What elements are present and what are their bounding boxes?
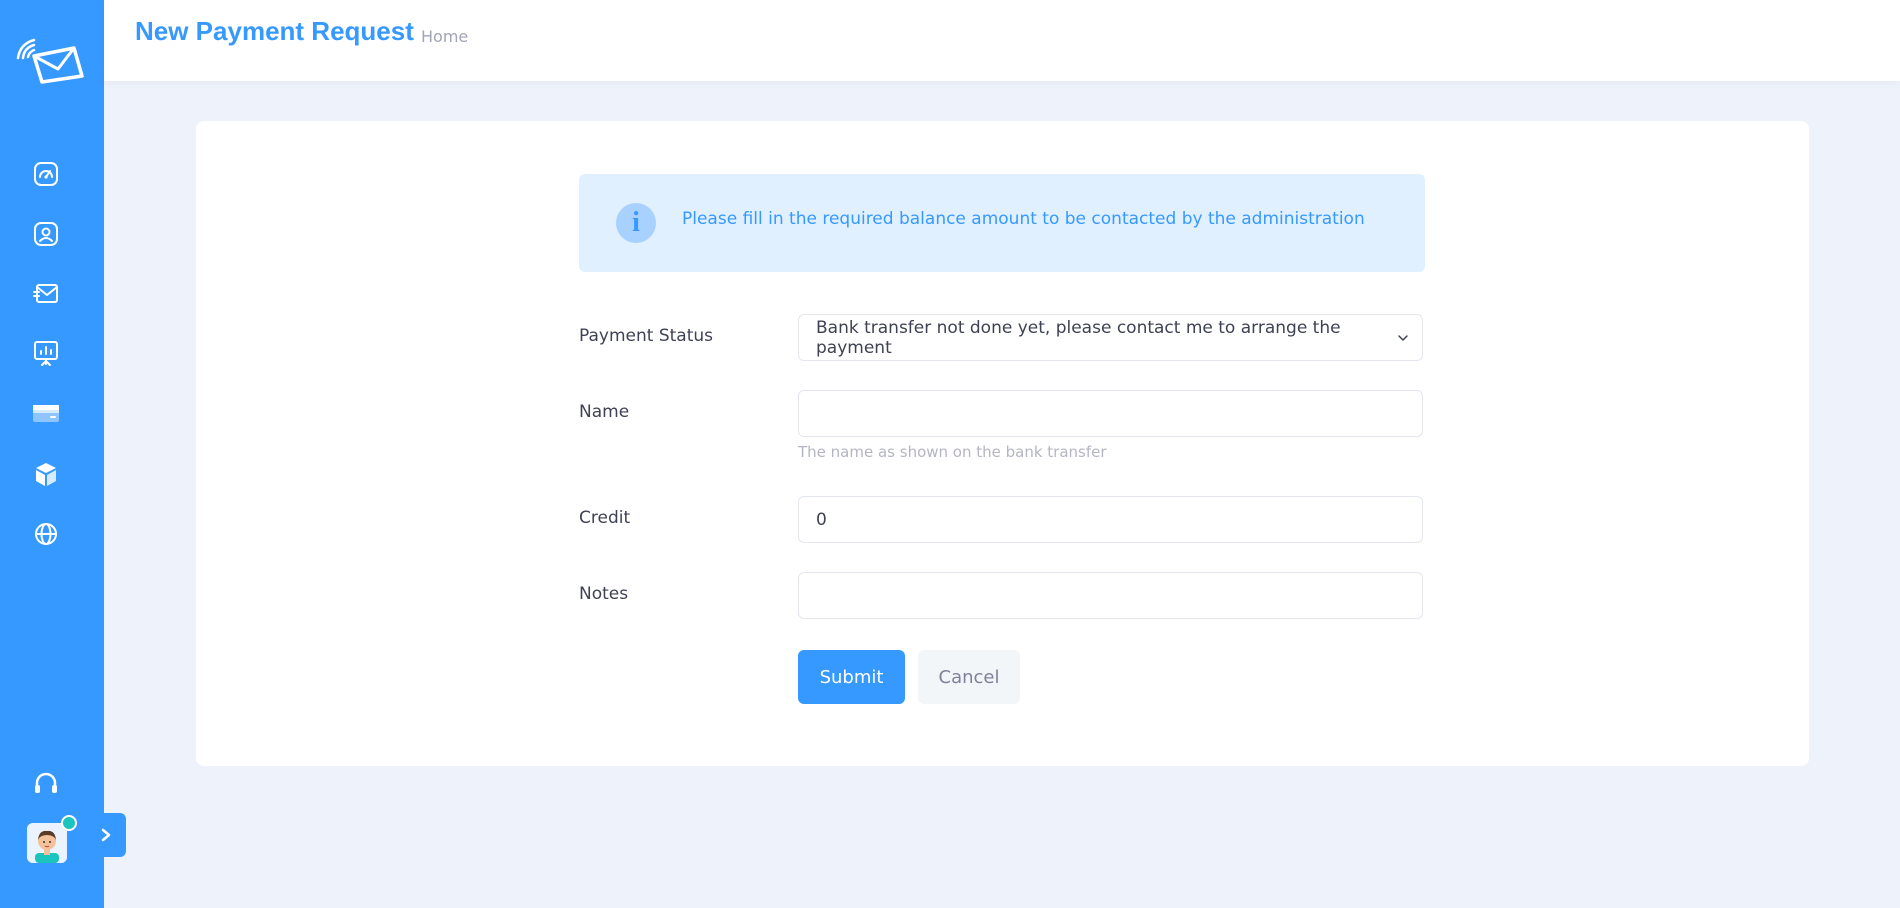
notes-label: Notes <box>579 584 629 604</box>
package-box-icon <box>36 463 56 486</box>
submit-button[interactable]: Submit <box>798 650 905 704</box>
support-button[interactable] <box>22 759 70 807</box>
top-header: New Payment Request Home <box>104 0 1900 81</box>
sidebar-item-profile[interactable] <box>22 210 70 258</box>
presentation-chart-icon <box>34 341 58 366</box>
name-hint: The name as shown on the bank transfer <box>798 443 1107 461</box>
credit-input[interactable] <box>798 496 1423 543</box>
app-logo[interactable] <box>12 36 94 84</box>
avatar-image <box>27 823 67 863</box>
payment-request-card: i Please fill in the required balance am… <box>196 121 1809 766</box>
credit-label: Credit <box>579 508 631 528</box>
online-status-dot <box>61 815 77 831</box>
payment-status-label: Payment Status <box>579 326 713 346</box>
info-alert: i Please fill in the required balance am… <box>579 174 1425 272</box>
dashboard-gauge-icon <box>34 162 58 186</box>
user-avatar[interactable] <box>27 815 77 863</box>
headphones-icon <box>35 772 57 793</box>
sidebar <box>0 0 104 908</box>
sidebar-item-messages[interactable] <box>22 270 70 318</box>
globe-icon <box>35 523 57 545</box>
breadcrumb-home[interactable]: Home <box>421 27 468 46</box>
payment-status-value: Bank transfer not done yet, please conta… <box>816 317 1341 358</box>
page-title: New Payment Request <box>135 16 414 46</box>
name-label: Name <box>579 402 630 422</box>
payment-status-select[interactable]: Bank transfer not done yet, please conta… <box>798 314 1423 361</box>
sidebar-item-dashboard[interactable] <box>22 150 70 198</box>
credit-card-icon <box>33 405 59 422</box>
messages-icon <box>33 284 58 303</box>
chevron-down-icon <box>1398 335 1408 341</box>
user-profile-icon <box>34 222 58 246</box>
chevron-right-icon <box>101 828 111 842</box>
sidebar-toggle-button[interactable] <box>86 813 126 857</box>
name-input[interactable] <box>798 390 1423 437</box>
sidebar-item-reports[interactable] <box>22 329 70 377</box>
sidebar-item-packages[interactable] <box>22 450 70 498</box>
notes-input[interactable] <box>798 572 1423 619</box>
sidebar-item-payments[interactable] <box>22 389 70 437</box>
info-icon: i <box>616 203 656 243</box>
info-alert-text: Please fill in the required balance amou… <box>682 209 1365 229</box>
sidebar-item-domains[interactable] <box>22 510 70 558</box>
cancel-button[interactable]: Cancel <box>918 650 1020 704</box>
